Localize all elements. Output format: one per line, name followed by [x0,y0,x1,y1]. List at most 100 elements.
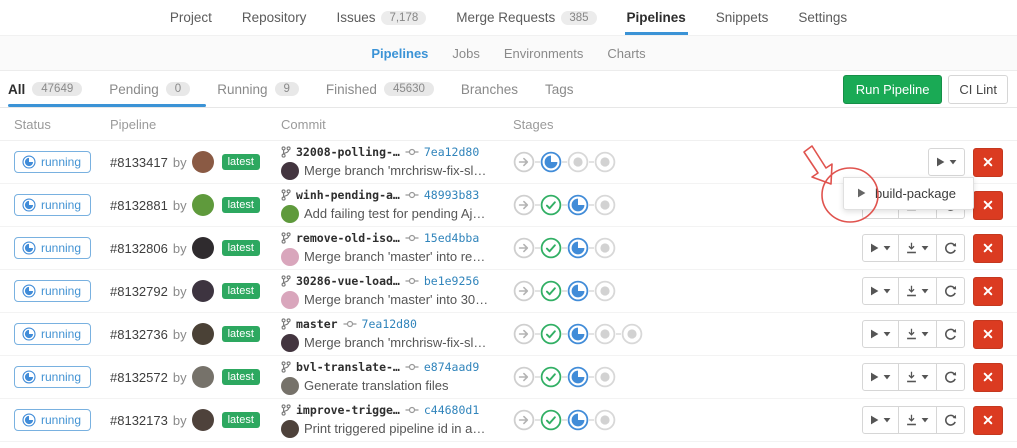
stage-running-icon[interactable] [567,237,589,259]
top-nav-item-merge-requests[interactable]: Merge Requests 385 [454,0,598,35]
status-badge[interactable]: running [14,237,91,259]
top-nav-item-pipelines[interactable]: Pipelines [625,0,688,35]
download-artifacts-dropdown-button[interactable] [898,363,937,391]
top-nav-item-project[interactable]: Project [168,0,214,35]
committer-avatar[interactable] [281,291,299,309]
stage-success-icon[interactable] [540,280,562,302]
branch-link[interactable]: winh-pending-a… [296,188,400,202]
stage-success-icon[interactable] [540,323,562,345]
top-nav-item-issues[interactable]: Issues 7,178 [334,0,428,35]
stage-success-icon[interactable] [540,194,562,216]
pipeline-id-link[interactable]: #8132736 [110,327,168,342]
author-avatar[interactable] [192,237,214,259]
branch-link[interactable]: 30286-vue-load… [296,274,400,288]
filter-tab-running[interactable]: Running 9 [217,82,299,97]
play-dropdown-button[interactable] [928,148,965,176]
sub-nav-item-environments[interactable]: Environments [504,46,583,61]
stage-running-icon[interactable] [567,194,589,216]
play-dropdown-button[interactable] [862,234,899,262]
pipeline-id-link[interactable]: #8133417 [110,155,168,170]
stage-running-icon[interactable] [567,280,589,302]
retry-pipeline-button[interactable] [936,363,965,391]
cancel-pipeline-button[interactable] [973,234,1003,263]
stage-skipped-icon[interactable] [513,237,535,259]
cancel-pipeline-button[interactable] [973,277,1003,306]
committer-avatar[interactable] [281,334,299,352]
status-badge[interactable]: running [14,366,91,388]
top-nav-item-snippets[interactable]: Snippets [714,0,771,35]
pipeline-id-link[interactable]: #8132792 [110,284,168,299]
committer-avatar[interactable] [281,205,299,223]
stage-running-icon[interactable] [540,151,562,173]
branch-link[interactable]: improve-trigge… [296,403,400,417]
stage-skipped-icon[interactable] [513,280,535,302]
run-pipeline-button[interactable]: Run Pipeline [843,75,943,104]
stage-success-icon[interactable] [540,409,562,431]
status-badge[interactable]: running [14,151,91,173]
stage-skipped-icon[interactable] [513,323,535,345]
commit-message-link[interactable]: Merge branch 'mrchrisw-fix-sl… [304,335,486,350]
author-avatar[interactable] [192,194,214,216]
commit-hash-link[interactable]: e874aad9 [424,360,479,374]
download-artifacts-dropdown-button[interactable] [898,277,937,305]
author-avatar[interactable] [192,323,214,345]
filter-tab-tags[interactable]: Tags [545,82,574,97]
stage-skipped-icon[interactable] [513,151,535,173]
pipeline-id-link[interactable]: #8132572 [110,370,168,385]
download-artifacts-dropdown-button[interactable] [898,320,937,348]
commit-hash-link[interactable]: 7ea12d80 [424,145,479,159]
play-dropdown-button[interactable] [862,277,899,305]
retry-pipeline-button[interactable] [936,406,965,434]
stage-created-icon[interactable] [594,366,616,388]
cancel-pipeline-button[interactable] [973,406,1003,435]
author-avatar[interactable] [192,409,214,431]
stage-created-icon[interactable] [594,194,616,216]
status-badge[interactable]: running [14,194,91,216]
filter-tab-pending[interactable]: Pending 0 [109,82,190,97]
stage-created-icon[interactable] [594,151,616,173]
stage-skipped-icon[interactable] [513,409,535,431]
stage-created-icon[interactable] [594,280,616,302]
branch-link[interactable]: remove-old-iso… [296,231,400,245]
committer-avatar[interactable] [281,420,299,438]
committer-avatar[interactable] [281,377,299,395]
pipeline-id-link[interactable]: #8132173 [110,413,168,428]
commit-hash-link[interactable]: be1e9256 [424,274,479,288]
branch-link[interactable]: master [296,317,338,331]
committer-avatar[interactable] [281,162,299,180]
author-avatar[interactable] [192,151,214,173]
stage-success-icon[interactable] [540,237,562,259]
stage-running-icon[interactable] [567,323,589,345]
pipeline-id-link[interactable]: #8132806 [110,241,168,256]
play-dropdown-button[interactable] [862,406,899,434]
stage-running-icon[interactable] [567,366,589,388]
pipeline-id-link[interactable]: #8132881 [110,198,168,213]
status-badge[interactable]: running [14,323,91,345]
top-nav-item-settings[interactable]: Settings [796,0,849,35]
commit-message-link[interactable]: Add failing test for pending Aj… [304,206,485,221]
commit-message-link[interactable]: Print triggered pipeline id in a… [304,421,485,436]
status-badge[interactable]: running [14,409,91,431]
commit-hash-link[interactable]: 15ed4bba [424,231,479,245]
cancel-pipeline-button[interactable] [973,191,1003,220]
cancel-pipeline-button[interactable] [973,363,1003,392]
stage-created-icon[interactable] [594,237,616,259]
download-artifacts-dropdown-button[interactable] [898,234,937,262]
download-artifacts-dropdown-button[interactable] [898,406,937,434]
stage-skipped-icon[interactable] [513,366,535,388]
retry-pipeline-button[interactable] [936,277,965,305]
status-badge[interactable]: running [14,280,91,302]
author-avatar[interactable] [192,366,214,388]
sub-nav-item-charts[interactable]: Charts [607,46,645,61]
sub-nav-item-pipelines[interactable]: Pipelines [371,46,428,61]
top-nav-item-repository[interactable]: Repository [240,0,309,35]
commit-hash-link[interactable]: 7ea12d80 [362,317,417,331]
cancel-pipeline-button[interactable] [973,320,1003,349]
retry-pipeline-button[interactable] [936,320,965,348]
branch-link[interactable]: 32008-polling-… [296,145,400,159]
filter-tab-finished[interactable]: Finished 45630 [326,82,434,97]
play-dropdown-button[interactable] [862,320,899,348]
cancel-pipeline-button[interactable] [973,148,1003,177]
filter-tab-branches[interactable]: Branches [461,82,518,97]
dropdown-item-build-package[interactable]: build-package [844,178,973,209]
